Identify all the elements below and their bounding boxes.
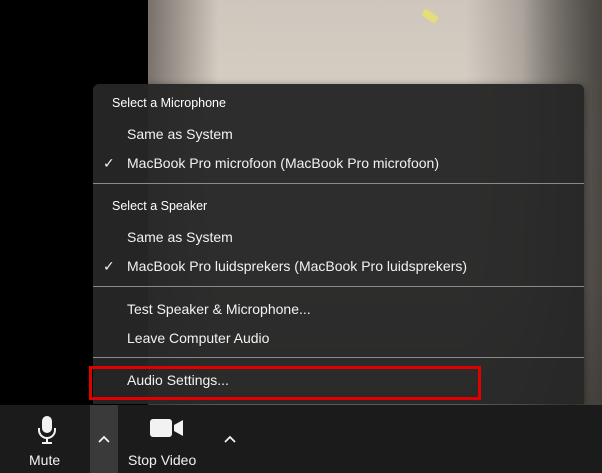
microphone-icon [38, 416, 56, 444]
menu-item-label: Leave Computer Audio [127, 330, 270, 346]
menu-item-mic-same-as-system[interactable]: Same as System [93, 121, 584, 147]
menu-item-label: Same as System [127, 229, 233, 245]
menu-item-label: Same as System [127, 126, 233, 142]
menu-item-test-speaker-microphone[interactable]: Test Speaker & Microphone... [93, 296, 584, 322]
chevron-up-icon [224, 435, 236, 443]
checkmark-icon: ✓ [103, 258, 115, 274]
microphone-header-label: Select a Microphone [112, 96, 226, 110]
speaker-section-header: Select a Speaker [93, 193, 584, 219]
speaker-header-label: Select a Speaker [112, 199, 208, 213]
mute-button[interactable]: Mute [20, 405, 80, 473]
menu-item-label: MacBook Pro luidsprekers (MacBook Pro lu… [127, 258, 468, 274]
video-camera-icon [150, 419, 183, 437]
menu-item-mic-macbook-pro[interactable]: ✓ MacBook Pro microfoon (MacBook Pro mic… [93, 150, 584, 176]
video-options-chevron-button[interactable] [216, 405, 244, 473]
menu-separator [93, 183, 584, 184]
menu-item-label: Test Speaker & Microphone... [127, 301, 311, 317]
menu-item-label: MacBook Pro microfoon (MacBook Pro micro… [127, 155, 439, 171]
checkmark-icon: ✓ [103, 155, 115, 171]
menu-item-speaker-macbook-pro[interactable]: ✓ MacBook Pro luidsprekers (MacBook Pro … [93, 253, 584, 279]
menu-separator [93, 286, 584, 287]
menu-item-label: Audio Settings... [127, 372, 229, 388]
menu-item-speaker-same-as-system[interactable]: Same as System [93, 224, 584, 250]
chevron-up-icon [98, 435, 110, 443]
menu-item-audio-settings[interactable]: Audio Settings... [93, 367, 584, 393]
meeting-toolbar: Mute Stop Video [0, 405, 602, 473]
stop-video-label: Stop Video [128, 452, 197, 468]
menu-item-leave-computer-audio[interactable]: Leave Computer Audio [93, 325, 584, 351]
stop-video-button[interactable]: Stop Video [125, 405, 215, 473]
audio-options-chevron-button[interactable] [90, 405, 118, 473]
mute-label: Mute [29, 452, 61, 468]
audio-options-menu: Select a Microphone Same as System ✓ Mac… [93, 84, 584, 404]
microphone-section-header: Select a Microphone [93, 90, 584, 116]
menu-separator [93, 357, 584, 358]
